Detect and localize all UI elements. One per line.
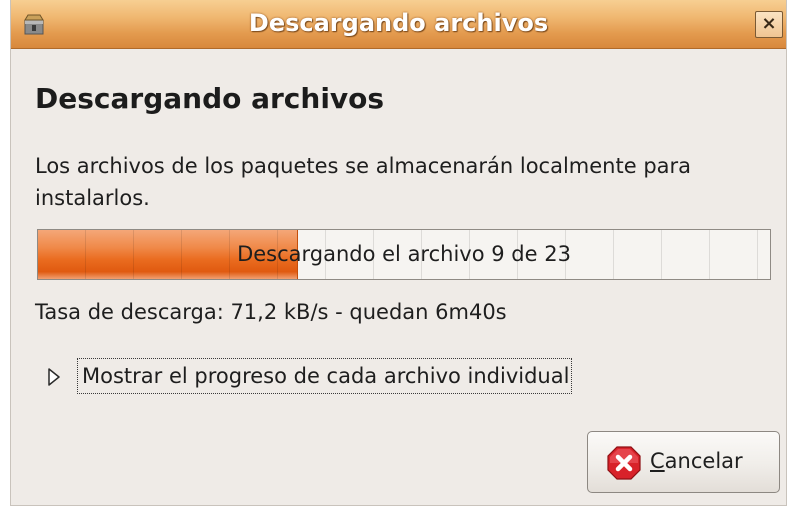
expander-label[interactable]: Mostrar el progreso de cada archivo indi… [77, 358, 573, 394]
cancel-button[interactable]: Cancelar [587, 431, 780, 493]
dialog-window: Descargando archivos × Descargando archi… [10, 0, 787, 506]
window-title: Descargando archivos [248, 9, 549, 37]
triangle-right-icon[interactable] [47, 367, 61, 387]
cancel-mnemonic: C [650, 449, 665, 473]
progress-label: Descargando el archivo 9 de 23 [237, 242, 571, 266]
page-title: Descargando archivos [35, 82, 385, 115]
stop-icon [607, 446, 641, 480]
download-progress-bar: Descargando el archivo 9 de 23 [37, 229, 771, 280]
cancel-label: Cancelar [650, 449, 743, 473]
download-rate-text: Tasa de descarga: 71,2 kB/s - quedan 6m4… [35, 300, 507, 324]
title-bar[interactable]: Descargando archivos × [11, 0, 786, 49]
close-button[interactable]: × [755, 11, 783, 38]
description-text: Los archivos de los paquetes se almacena… [35, 154, 692, 210]
cancel-label-rest: ancelar [664, 449, 743, 473]
